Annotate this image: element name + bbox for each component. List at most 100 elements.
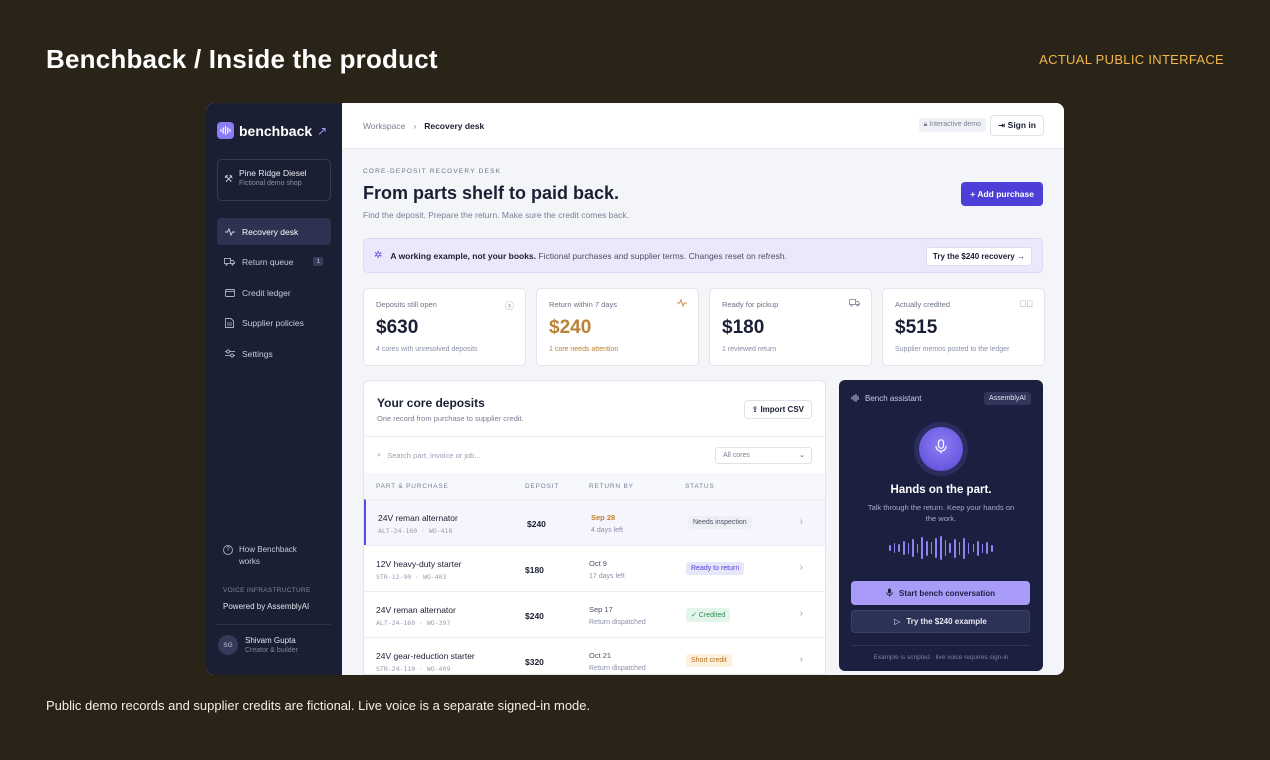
stat-note: Supplier memos posted to the ledger: [895, 346, 1010, 353]
deposit-amount: $240: [525, 611, 544, 621]
waveform-bar: [944, 540, 947, 556]
waveform-bar: [921, 537, 924, 559]
document-icon: [224, 318, 235, 328]
sidebar-item-recovery-desk[interactable]: Recovery desk: [217, 218, 331, 245]
audio-waveform: [889, 535, 993, 561]
powered-by: Powered by AssemblyAI: [223, 602, 310, 611]
breadcrumb-workspace[interactable]: Workspace: [363, 121, 405, 131]
assistant-title-label: Bench assistant: [865, 394, 922, 403]
logo[interactable]: benchback ↗: [217, 122, 327, 139]
pulse-icon: [224, 227, 235, 236]
part-ref: STR-24-110 · WO-409: [376, 665, 451, 673]
part-name: 12V heavy-duty starter: [376, 559, 462, 569]
status-badge: Needs inspection: [688, 516, 752, 529]
search-placeholder: Search part, invoice or job...: [387, 450, 481, 460]
return-note: 4 days left: [591, 527, 623, 534]
arrow-right-icon: →: [1017, 252, 1025, 261]
deposit-amount: $180: [525, 565, 544, 575]
sidebar-item-label: Return queue: [242, 257, 294, 267]
chevron-right-icon[interactable]: ›: [800, 562, 803, 573]
count-badge: 1: [313, 256, 323, 266]
table-row[interactable]: 24V reman alternator ALT-24-160 · WO-397…: [364, 591, 825, 637]
divider: [217, 624, 331, 625]
waveform-bar: [907, 542, 910, 554]
shop-switcher[interactable]: ⚒ Pine Ridge Diesel Fictional demo shop: [217, 159, 331, 201]
return-date: Oct 21: [589, 651, 612, 660]
breadcrumb: Workspace › Recovery desk: [363, 121, 484, 131]
table-row[interactable]: 24V gear-reduction starter STR-24-110 · …: [364, 637, 825, 674]
how-it-works-link[interactable]: ? How Benchback works: [223, 544, 319, 568]
user-role: Creator & builder: [245, 647, 298, 654]
assistant-footnote: Example is scripted · live voice require…: [873, 654, 1009, 661]
column-header: STATUS: [685, 483, 715, 490]
try-recovery-button[interactable]: Try the $240 recovery →: [925, 247, 1032, 266]
provider-badge: AssemblyAI: [984, 392, 1031, 405]
part-name: 24V reman alternator: [378, 513, 458, 523]
core-filter-select[interactable]: All cores ⌄: [715, 447, 812, 464]
start-conversation-button[interactable]: Start bench conversation: [851, 581, 1030, 605]
chevron-right-icon[interactable]: ›: [800, 608, 803, 619]
search-icon: ⌕: [377, 450, 382, 459]
question-icon: ?: [223, 545, 233, 555]
try-example-button[interactable]: ▷ Try the $240 example: [851, 610, 1030, 633]
sidebar-item-label: Settings: [242, 348, 273, 359]
stat-note: 4 cores with unresolved deposits: [376, 346, 478, 353]
column-header: PART & PURCHASE: [376, 483, 449, 490]
stat-card-credited: Actually credited ✓⃝ $515 Supplier memos…: [882, 288, 1045, 366]
stat-label: Deposits still open: [376, 300, 437, 309]
slide-tag: ACTUAL PUBLIC INTERFACE: [1039, 52, 1224, 67]
stat-value: $180: [722, 317, 765, 338]
waveform-bar: [963, 537, 965, 559]
return-note: Return dispatched: [589, 619, 646, 626]
app-window: benchback ↗ ⚒ Pine Ridge Diesel Fictiona…: [206, 103, 1064, 675]
assistant-text: Talk through the return. Keep your hands…: [867, 503, 1015, 523]
import-csv-button[interactable]: ⇪ Import CSV: [743, 400, 812, 419]
stat-label: Return within 7 days: [549, 300, 617, 309]
part-ref: STR-12-90 · WO-403: [376, 573, 447, 581]
chevron-right-icon: ›: [413, 121, 417, 131]
sign-in-button[interactable]: ⇥ Sign in: [990, 115, 1044, 136]
sidebar-item-return-queue[interactable]: Return queue 1: [217, 249, 331, 276]
waveform-bar: [991, 544, 993, 552]
search-input[interactable]: ⌕ Search part, invoice or job...: [377, 450, 481, 460]
banner-bold: A working example, not your books.: [390, 250, 537, 261]
microphone-icon: [886, 588, 893, 599]
lock-icon: 🔒︎: [923, 121, 928, 128]
pulse-icon: [677, 298, 687, 309]
waveform-bar: [912, 539, 914, 557]
sign-in-icon: ⇥: [998, 120, 1006, 130]
add-purchase-button[interactable]: + Add purchase: [961, 182, 1043, 206]
truck-icon: [224, 258, 235, 266]
stat-value: $515: [895, 317, 938, 338]
chevron-right-icon[interactable]: ›: [800, 654, 803, 665]
microphone-button[interactable]: [919, 427, 963, 471]
stat-note: 1 reviewed return: [722, 346, 777, 353]
return-date: Sep 17: [589, 605, 613, 614]
sign-in-label: Sign in: [1007, 120, 1036, 130]
page-title: From parts shelf to paid back.: [363, 183, 620, 203]
waveform-bar: [916, 543, 919, 553]
waveform-logo-icon: [217, 122, 234, 139]
sidebar-item-supplier-policies[interactable]: Supplier policies: [217, 310, 331, 337]
return-note: 17 days left: [589, 573, 625, 580]
status-badge: Ready to return: [686, 562, 745, 575]
waveform-bar: [893, 543, 896, 553]
table-row[interactable]: 12V heavy-duty starter STR-12-90 · WO-40…: [364, 545, 825, 591]
waveform-bar: [935, 538, 937, 558]
column-header: DEPOSIT: [525, 483, 560, 490]
deposit-amount: $320: [525, 657, 544, 667]
play-icon: ▷: [894, 617, 901, 626]
table-row[interactable]: 24V reman alternator ALT-24-160 · WO-418…: [364, 499, 825, 545]
demo-banner: ✲ A working example, not your books. Fic…: [363, 238, 1043, 273]
chevron-right-icon[interactable]: ›: [800, 516, 803, 527]
banner-text: Fictional purchases and supplier terms. …: [538, 250, 787, 261]
sidebar-item-credit-ledger[interactable]: Credit ledger: [217, 279, 331, 306]
demo-badge: 🔒︎ Interactive demo: [918, 118, 986, 132]
waveform-bar: [977, 540, 979, 556]
page-kicker: CORE-DEPOSIT RECOVERY DESK: [363, 168, 502, 175]
truck-icon: [849, 299, 860, 309]
sidebar-item-settings[interactable]: Settings: [217, 340, 331, 367]
user-profile[interactable]: SG Shivam Gupta Creator & builder: [218, 635, 298, 655]
wallet-icon: [224, 288, 235, 297]
return-date: Oct 9: [589, 559, 607, 568]
